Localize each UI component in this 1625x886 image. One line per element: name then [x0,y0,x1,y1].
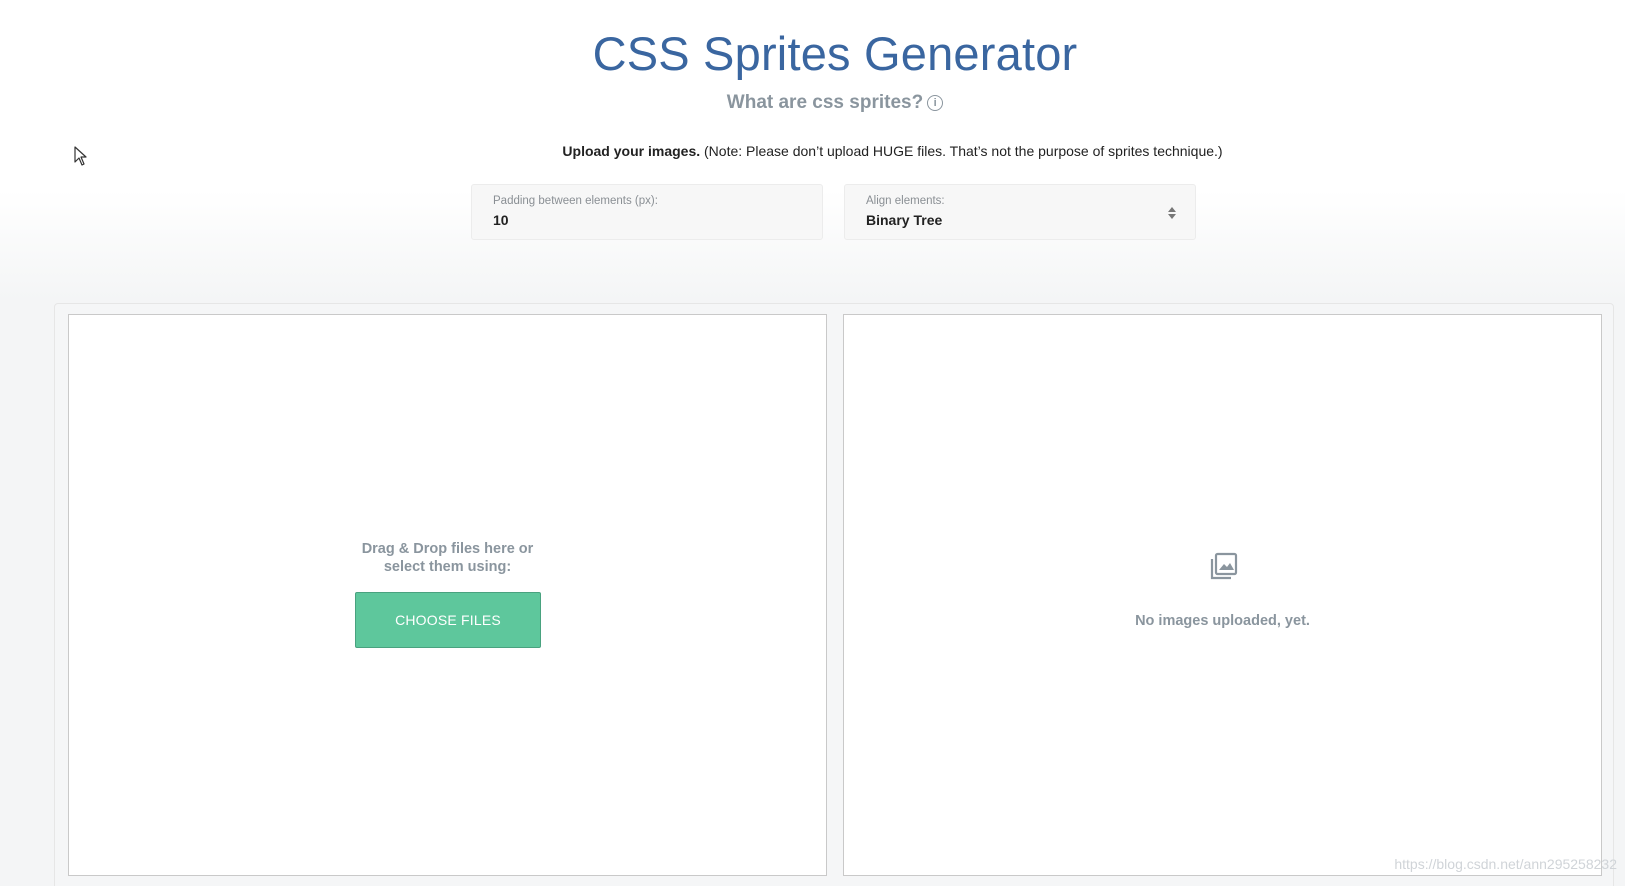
select-arrows-icon [1167,205,1177,221]
padding-input[interactable]: 10 [493,212,509,228]
drop-instructions: Drag & Drop files here or select them us… [69,540,826,576]
info-icon[interactable]: i [927,95,944,111]
upload-note-text: (Note: Please don’t upload HUGE files. T… [700,143,1223,159]
watermark: https://blog.csdn.net/ann295258232 [1394,856,1617,872]
images-icon [1210,552,1238,580]
drop-instructions-line1: Drag & Drop files here or [361,541,534,557]
preview-panel: No images uploaded, yet. [843,314,1602,876]
no-images-message: No images uploaded, yet. [1135,613,1310,629]
align-label: Align elements: [866,195,945,207]
align-select[interactable]: Align elements: Binary Tree [844,184,1196,240]
upload-note: Upload your images. (Note: Please don’t … [0,143,1625,159]
choose-files-button[interactable]: CHOOSE FILES [355,592,541,648]
page: CSS Sprites Generator What are css sprit… [0,0,1625,886]
what-are-sprites-link[interactable]: What are css sprites? i [0,92,1625,114]
padding-label: Padding between elements (px): [493,195,658,207]
padding-field[interactable]: Padding between elements (px): 10 [471,184,823,240]
page-title: CSS Sprites Generator [592,27,1078,80]
drop-instructions-line2: select them using: [383,559,512,575]
drop-zone[interactable]: Drag & Drop files here or select them us… [68,314,827,876]
upload-note-bold: Upload your images. [562,143,701,159]
align-selected-value: Binary Tree [866,212,943,228]
subtitle-text: What are css sprites? [726,92,924,113]
